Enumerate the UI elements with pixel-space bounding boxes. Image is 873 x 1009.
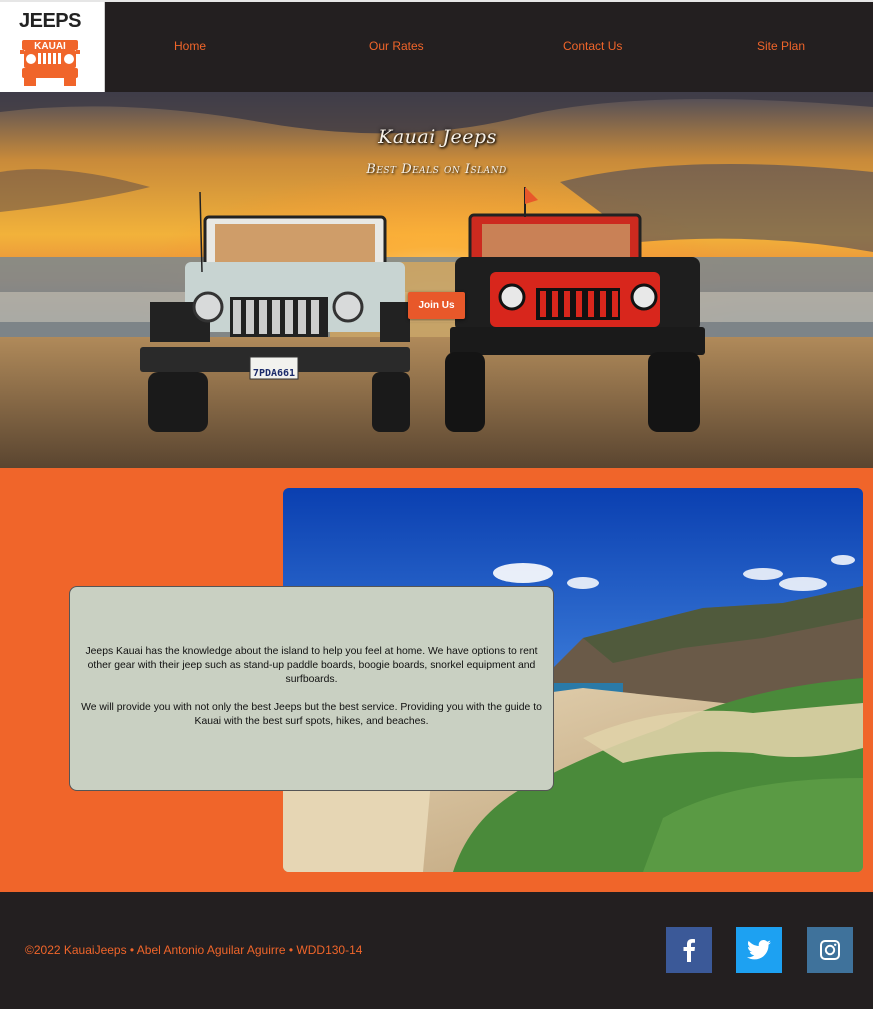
nav-home[interactable]: Home — [174, 39, 206, 53]
site-logo[interactable]: JEEPS KAUAI — [0, 2, 105, 92]
about-section: Jeeps Kauai has the knowledge about the … — [0, 468, 873, 892]
nav-contact-us[interactable]: Contact Us — [563, 39, 622, 53]
copyright-text: ©2022 KauaiJeeps • Abel Antonio Aguilar … — [25, 943, 363, 957]
facebook-link[interactable] — [666, 927, 712, 973]
twitter-link[interactable] — [736, 927, 782, 973]
join-us-button[interactable]: Join Us — [408, 292, 465, 319]
instagram-icon — [820, 940, 840, 960]
hero-subtitle: Best Deals on Island — [366, 162, 507, 177]
hero-jeeps-sunset-image: 7PDA661 — [0, 92, 873, 468]
instagram-link[interactable] — [807, 927, 853, 973]
nav-site-plan[interactable]: Site Plan — [757, 39, 805, 53]
nav-our-rates[interactable]: Our Rates — [369, 39, 424, 53]
twitter-icon — [747, 940, 771, 960]
site-header: JEEPS KAUAI Home Our Rates Contact Us Si… — [0, 0, 873, 92]
site-footer: ©2022 KauaiJeeps • Abel Antonio Aguilar … — [0, 892, 873, 1009]
about-paragraph-1: Jeeps Kauai has the knowledge about the … — [85, 646, 538, 685]
facebook-icon — [683, 939, 695, 962]
about-text-panel: Jeeps Kauai has the knowledge about the … — [69, 586, 554, 791]
hero-title: Kauai Jeeps — [378, 126, 497, 148]
jeep-logo-icon: KAUAI — [20, 40, 80, 86]
about-paragraph-2: We will provide you with not only the be… — [81, 702, 542, 727]
license-plate-number: 7PDA661 — [253, 368, 295, 379]
hero-banner: 7PDA661 Kauai Jeeps Best Deals on Island… — [0, 92, 873, 468]
